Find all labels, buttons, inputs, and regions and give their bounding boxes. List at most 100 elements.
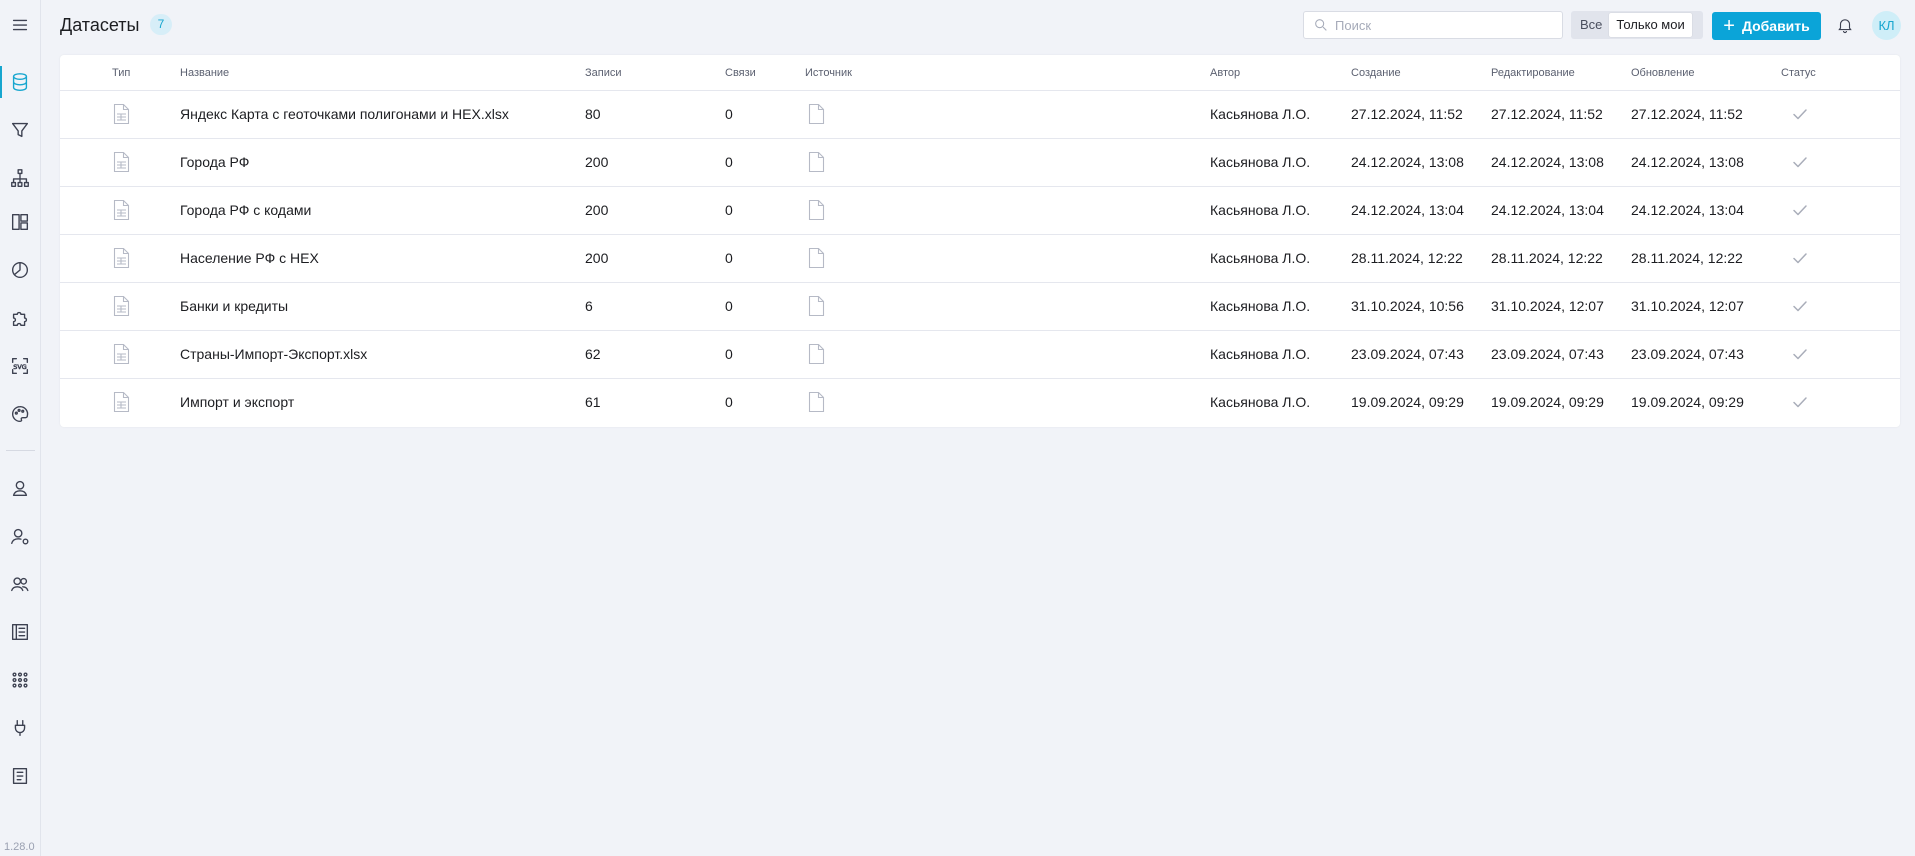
add-button-label: Добавить [1741, 18, 1810, 34]
database-icon[interactable] [0, 62, 40, 102]
status-check-icon [1792, 106, 1808, 122]
created-date: 31.10.2024, 10:56 [1351, 298, 1464, 314]
user-settings-icon[interactable] [0, 516, 40, 556]
author: Касьянова Л.О. [1210, 202, 1311, 218]
plug-icon[interactable] [0, 708, 40, 748]
created-date: 24.12.2024, 13:04 [1351, 202, 1464, 218]
table-row[interactable]: Города РФ 200 0 Касьянова Л.О. 24.12.2024, 1… [60, 139, 1900, 187]
palette-icon[interactable] [0, 394, 40, 434]
records-count: 200 [585, 202, 609, 218]
notifications-bell-icon[interactable] [1833, 13, 1857, 37]
updated-date: 28.11.2024, 12:22 [1631, 250, 1743, 266]
links-count: 0 [725, 394, 733, 410]
column-header-updated[interactable]: Обновление [1631, 67, 1695, 79]
updated-date: 24.12.2024, 13:08 [1631, 154, 1744, 170]
filter-all-tab[interactable]: Все [1573, 13, 1609, 37]
apps-grid-icon[interactable] [0, 660, 40, 700]
source-file-icon [808, 343, 825, 365]
links-count: 0 [725, 346, 733, 362]
links-count: 0 [725, 298, 733, 314]
edited-date: 24.12.2024, 13:04 [1491, 202, 1604, 218]
updated-date: 19.09.2024, 09:29 [1631, 394, 1744, 410]
table-row[interactable]: Города РФ с кодами 200 0 Касьянова Л.О. 24.1… [60, 187, 1900, 235]
notes-icon[interactable] [0, 756, 40, 796]
add-button[interactable]: + Добавить [1712, 12, 1821, 40]
records-count: 200 [585, 250, 609, 266]
table-file-icon [113, 151, 130, 173]
column-header-links[interactable]: Связи [725, 67, 756, 79]
user-icon[interactable] [0, 468, 40, 508]
table-row[interactable]: Импорт и экспорт 61 0 Касьянова Л.О. 19.09.2… [60, 379, 1900, 427]
created-date: 24.12.2024, 13:08 [1351, 154, 1464, 170]
puzzle-icon[interactable] [0, 298, 40, 338]
created-date: 27.12.2024, 11:52 [1351, 106, 1463, 122]
edited-date: 27.12.2024, 11:52 [1491, 106, 1603, 122]
records-count: 80 [585, 106, 601, 122]
status-check-icon [1792, 298, 1808, 314]
links-count: 0 [725, 202, 733, 218]
search-input[interactable] [1335, 17, 1555, 33]
svg-icon[interactable]: SVG [0, 346, 40, 386]
source-file-icon [808, 151, 825, 173]
edited-date: 24.12.2024, 13:08 [1491, 154, 1604, 170]
source-file-icon [808, 199, 825, 221]
column-header-type[interactable]: Тип [112, 67, 130, 79]
links-count: 0 [725, 154, 733, 170]
status-check-icon [1792, 346, 1808, 362]
column-header-source[interactable]: Источник [805, 67, 852, 79]
app-version: 1.28.0 [4, 841, 35, 853]
page-title: Датасеты [60, 15, 140, 35]
updated-date: 31.10.2024, 12:07 [1631, 298, 1744, 314]
column-header-records[interactable]: Записи [585, 67, 622, 79]
records-count: 61 [585, 394, 601, 410]
status-check-icon [1792, 250, 1808, 266]
records-count: 200 [585, 154, 609, 170]
created-date: 28.11.2024, 12:22 [1351, 250, 1463, 266]
column-header-edited[interactable]: Редактирование [1491, 67, 1575, 79]
dataset-name: Города РФ с кодами [180, 202, 312, 218]
created-date: 23.09.2024, 07:43 [1351, 346, 1464, 362]
sidebar: SVG 1.28.0 [0, 0, 41, 856]
table-row[interactable]: Яндекс Карта с геоточками полигонами и H… [60, 91, 1900, 139]
edited-date: 28.11.2024, 12:22 [1491, 250, 1603, 266]
author: Касьянова Л.О. [1210, 298, 1311, 314]
filter-mine-tab[interactable]: Только мои [1609, 13, 1692, 37]
svg-text:SVG: SVG [13, 363, 26, 371]
pie-chart-icon[interactable] [0, 250, 40, 290]
search-icon [1315, 19, 1327, 31]
author: Касьянова Л.О. [1210, 154, 1311, 170]
dataset-name: Банки и кредиты [180, 298, 289, 314]
table-row[interactable]: Банки и кредиты 6 0 Касьянова Л.О. 31.10.202… [60, 283, 1900, 331]
column-header-status[interactable]: Статус [1781, 67, 1816, 79]
dataset-name: Население РФ с HEX [180, 250, 319, 266]
column-header-name[interactable]: Название [180, 67, 229, 79]
menu-icon[interactable] [0, 5, 40, 45]
author: Касьянова Л.О. [1210, 250, 1311, 266]
users-icon[interactable] [0, 564, 40, 604]
dataset-name: Импорт и экспорт [180, 394, 295, 410]
filter-icon[interactable] [0, 110, 40, 150]
edited-date: 19.09.2024, 09:29 [1491, 394, 1604, 410]
hierarchy-icon[interactable] [0, 158, 40, 198]
search-box [1303, 11, 1563, 39]
table-file-icon [113, 295, 130, 317]
table-row[interactable]: Население РФ с HEX 200 0 Касьянова Л.О. 28.1… [60, 235, 1900, 283]
user-avatar[interactable]: КЛ [1872, 11, 1901, 40]
dataset-name: Города РФ [180, 154, 250, 170]
links-count: 0 [725, 106, 733, 122]
table-file-icon [113, 391, 130, 413]
author: Касьянова Л.О. [1210, 106, 1311, 122]
plus-icon: + [1723, 15, 1735, 37]
updated-date: 27.12.2024, 11:52 [1631, 106, 1743, 122]
source-file-icon [808, 103, 825, 125]
status-check-icon [1792, 202, 1808, 218]
edited-date: 31.10.2024, 12:07 [1491, 298, 1604, 314]
table-file-icon [113, 247, 130, 269]
dashboard-icon[interactable] [0, 202, 40, 242]
journal-icon[interactable] [0, 612, 40, 652]
status-check-icon [1792, 394, 1808, 410]
table-row[interactable]: Страны-Импорт-Экспорт.xlsx 62 0 Касьянова Л… [60, 331, 1900, 379]
column-header-author[interactable]: Автор [1210, 67, 1240, 79]
links-count: 0 [725, 250, 733, 266]
column-header-created[interactable]: Создание [1351, 67, 1401, 79]
